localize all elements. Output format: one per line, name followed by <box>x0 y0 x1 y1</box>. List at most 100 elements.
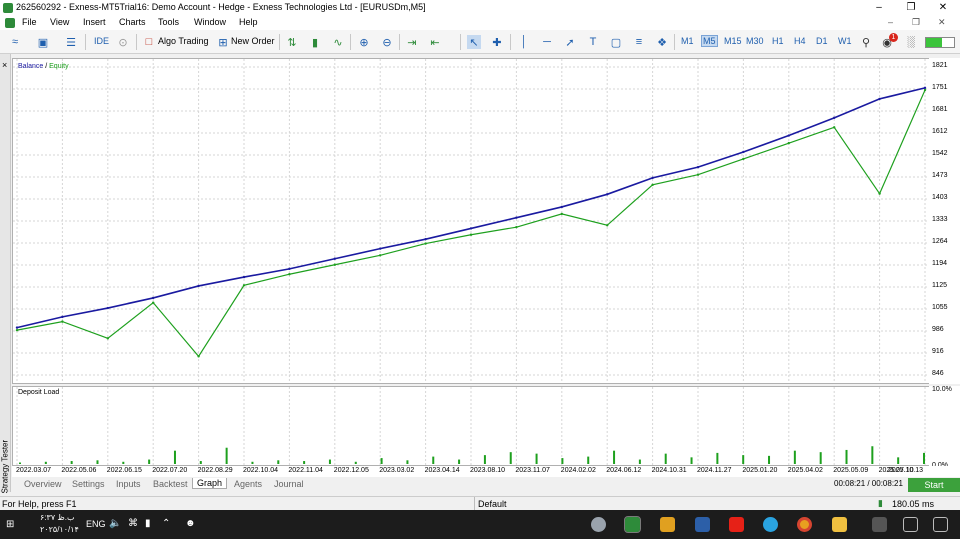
timeframe-m30[interactable]: M30 <box>746 36 764 46</box>
restore-button[interactable]: ❐ <box>896 0 926 16</box>
menu-help[interactable]: Help <box>239 17 258 27</box>
language-indicator[interactable]: ENG <box>86 519 106 529</box>
shapes-icon[interactable]: ▢ <box>609 35 623 49</box>
deposit-load-bar <box>277 460 280 464</box>
tab-journal[interactable]: Journal <box>270 479 308 489</box>
timeframe-m5[interactable]: M5 <box>701 35 718 47</box>
menu-insert[interactable]: Insert <box>83 17 106 27</box>
history-icon[interactable]: ☰ <box>64 35 78 49</box>
taskbar-app-search-icon[interactable] <box>903 517 918 532</box>
line-chart-icon[interactable]: ∿ <box>331 35 345 49</box>
y-tick-label: 1333 <box>932 216 948 223</box>
taskbar-app-chrome-icon[interactable] <box>797 517 812 532</box>
ide-button[interactable]: IDE <box>94 36 109 46</box>
candlestick-icon[interactable]: ▮ <box>308 35 322 49</box>
mdi-minimize-button[interactable]: – <box>888 17 893 27</box>
taskbar-app-settings-icon[interactable] <box>591 517 606 532</box>
trend-line-icon[interactable]: ➚ <box>563 35 577 49</box>
taskbar-app-chat-icon[interactable] <box>933 517 948 532</box>
balance-point <box>787 134 790 137</box>
signal-strength-icon: ░ <box>907 36 915 48</box>
load-scale-max: 10.0% <box>932 386 952 393</box>
timeframe-m1[interactable]: M1 <box>681 36 694 46</box>
algo-trading-icon[interactable]: □ <box>142 35 156 49</box>
x-tick-label: 2022.06.15 <box>106 467 142 474</box>
tab-backtest[interactable]: Backtest <box>149 479 192 489</box>
timeframe-h4[interactable]: H4 <box>794 36 806 46</box>
cursor-icon[interactable]: ↖ <box>467 35 481 49</box>
y-tick-label: 916 <box>932 348 944 355</box>
tab-overview[interactable]: Overview <box>20 479 66 489</box>
taskbar-app-youtube-icon[interactable] <box>729 517 744 532</box>
balance-point <box>379 247 382 250</box>
mdi-restore-button[interactable]: ❐ <box>912 17 920 28</box>
objects-icon[interactable]: ❖ <box>655 35 669 49</box>
start-button[interactable]: Start <box>908 478 960 492</box>
new-order-icon[interactable]: ⊞ <box>216 35 230 49</box>
signal-icon[interactable]: ⊙ <box>116 35 130 49</box>
tab-graph[interactable]: Graph <box>192 478 228 489</box>
deposit-load-bar <box>871 446 874 464</box>
search-icon[interactable]: ⚲ <box>859 35 873 49</box>
new-order-button[interactable]: New Order <box>231 36 275 46</box>
timeframe-d1[interactable]: D1 <box>816 36 828 46</box>
autoscroll-icon[interactable]: ⇤ <box>428 35 442 49</box>
close-icon[interactable]: × <box>2 60 7 70</box>
balance-point <box>560 205 563 209</box>
document-icon[interactable] <box>5 18 15 28</box>
volume-icon[interactable]: 🔈 <box>109 518 121 529</box>
timeframe-w1[interactable]: W1 <box>838 36 852 46</box>
minimize-button[interactable]: – <box>864 0 894 16</box>
taskbar-app-editor-icon[interactable] <box>695 517 710 532</box>
vertical-line-icon[interactable]: │ <box>517 35 531 49</box>
deposit-load-bar <box>742 455 745 464</box>
deposit-load-bar <box>303 461 306 464</box>
people-icon[interactable]: ☻ <box>185 518 196 529</box>
chart-type-icon[interactable]: ≈ <box>8 35 22 49</box>
fibonacci-icon[interactable]: ≡ <box>632 35 646 49</box>
battery-icon[interactable]: ▮ <box>145 518 151 529</box>
balance-equity-plot <box>13 59 929 383</box>
wifi-icon[interactable]: ⌘ <box>128 518 138 529</box>
horizontal-line-icon[interactable]: ─ <box>540 35 554 49</box>
algo-trading-button[interactable]: Algo Trading <box>158 36 209 46</box>
deposit-load-bar <box>251 461 254 464</box>
zoom-in-icon[interactable]: ⊕ <box>357 35 371 49</box>
bar-chart-icon[interactable]: ⇅ <box>285 35 299 49</box>
tab-settings[interactable]: Settings <box>68 479 109 489</box>
menu-window[interactable]: Window <box>194 17 226 27</box>
deposit-load-bar <box>432 456 435 464</box>
menu-view[interactable]: View <box>50 17 69 27</box>
windows-flag-icon[interactable]: ⊞ <box>6 519 14 530</box>
taskbar-time[interactable]: ۶:۳۷ ب.ظ <box>40 513 75 522</box>
template-icon[interactable]: ▣ <box>36 35 50 49</box>
taskbar-date[interactable]: ۲۰۲۵/۱۰/۱۴ <box>40 525 79 534</box>
taskbar-app-explorer-icon[interactable] <box>832 517 847 532</box>
tab-agents[interactable]: Agents <box>230 479 266 489</box>
menu-charts[interactable]: Charts <box>119 17 146 27</box>
chart-shift-icon[interactable]: ⇥ <box>405 35 419 49</box>
deposit-load-bar <box>535 453 538 464</box>
mdi-close-button[interactable]: ✕ <box>938 17 946 28</box>
taskbar-app-store-icon[interactable] <box>872 517 887 532</box>
tab-inputs[interactable]: Inputs <box>112 479 145 489</box>
equity-point <box>242 284 246 287</box>
deposit-load-bar <box>173 450 176 464</box>
taskbar-app-telegram-icon[interactable] <box>763 517 778 532</box>
deposit-load-panel[interactable]: Deposit Load <box>12 386 930 466</box>
zoom-out-icon[interactable]: ⊖ <box>380 35 394 49</box>
text-icon[interactable]: T <box>586 35 600 49</box>
taskbar-app-notes-icon[interactable] <box>660 517 675 532</box>
close-button[interactable]: ✕ <box>928 0 958 16</box>
chevron-up-icon[interactable]: ⌃ <box>162 518 170 529</box>
crosshair-icon[interactable]: ✚ <box>490 35 504 49</box>
menu-tools[interactable]: Tools <box>158 17 179 27</box>
balance-equity-chart[interactable]: Balance / Equity <box>12 58 930 384</box>
menu-file[interactable]: File <box>22 17 37 27</box>
timeframe-h1[interactable]: H1 <box>772 36 784 46</box>
taskbar-app-mt5-icon[interactable] <box>624 516 641 533</box>
balance-point <box>696 165 700 169</box>
x-tick-label: 2022.11.04 <box>288 467 323 474</box>
strategy-tester-label: Strategy Tester <box>0 439 10 494</box>
timeframe-m15[interactable]: M15 <box>724 36 742 46</box>
